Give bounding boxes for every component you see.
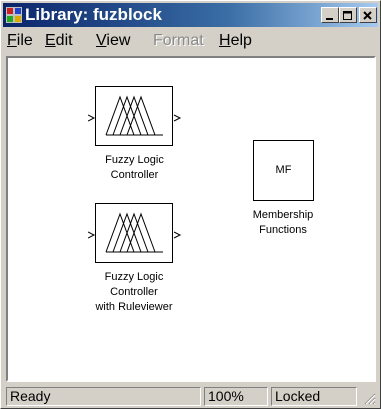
resize-grip-icon[interactable] <box>364 393 376 405</box>
close-button[interactable] <box>359 7 377 23</box>
mf-label: Membership Functions <box>238 208 328 238</box>
menu-file[interactable]: File <box>7 32 33 50</box>
membership-functions-block[interactable]: MF <box>253 140 314 201</box>
close-icon <box>363 11 372 20</box>
flc-rv-label: Fuzzy Logic Controller with Ruleviewer <box>81 270 187 315</box>
menu-edit[interactable]: Edit <box>45 32 73 50</box>
mf-label-line1: Membership <box>252 209 314 221</box>
status-bar: Ready 100% Locked <box>3 385 378 407</box>
status-zoom: 100% <box>204 387 268 406</box>
menu-bar: File Edit View Format Help <box>3 29 378 53</box>
fuzzy-logic-controller-block[interactable] <box>88 81 188 149</box>
mf-block-text: MF <box>275 164 292 176</box>
flc-rv-label-line3: with Ruleviewer <box>95 301 173 313</box>
fuzzy-logic-controller-ruleviewer-block[interactable] <box>88 198 188 266</box>
menu-view[interactable]: View <box>96 32 130 50</box>
mf-label-line2: Functions <box>259 224 307 236</box>
flc-rv-label-line1: Fuzzy Logic <box>104 271 164 283</box>
library-canvas[interactable]: Fuzzy Logic Controller MF Membership Fun… <box>6 56 376 382</box>
title-bar[interactable]: Library: fuzblock <box>3 3 378 27</box>
simulink-app-icon <box>6 7 22 23</box>
status-state: Ready <box>6 387 201 406</box>
flc-label-line2: Controller <box>110 169 159 181</box>
minimize-icon <box>326 18 333 20</box>
menu-help[interactable]: Help <box>219 32 252 50</box>
maximize-icon <box>343 11 352 20</box>
library-window: Library: fuzblock File Edit View Format … <box>0 0 381 409</box>
flc-rv-label-line2: Controller <box>110 286 158 298</box>
menu-format: Format <box>153 32 204 49</box>
flc-label: Fuzzy Logic Controller <box>96 153 173 183</box>
window-title: Library: fuzblock <box>25 5 162 24</box>
minimize-button[interactable] <box>321 7 339 23</box>
status-lock: Locked <box>271 387 357 406</box>
maximize-button[interactable] <box>339 7 357 23</box>
flc-label-line1: Fuzzy Logic <box>105 154 164 166</box>
